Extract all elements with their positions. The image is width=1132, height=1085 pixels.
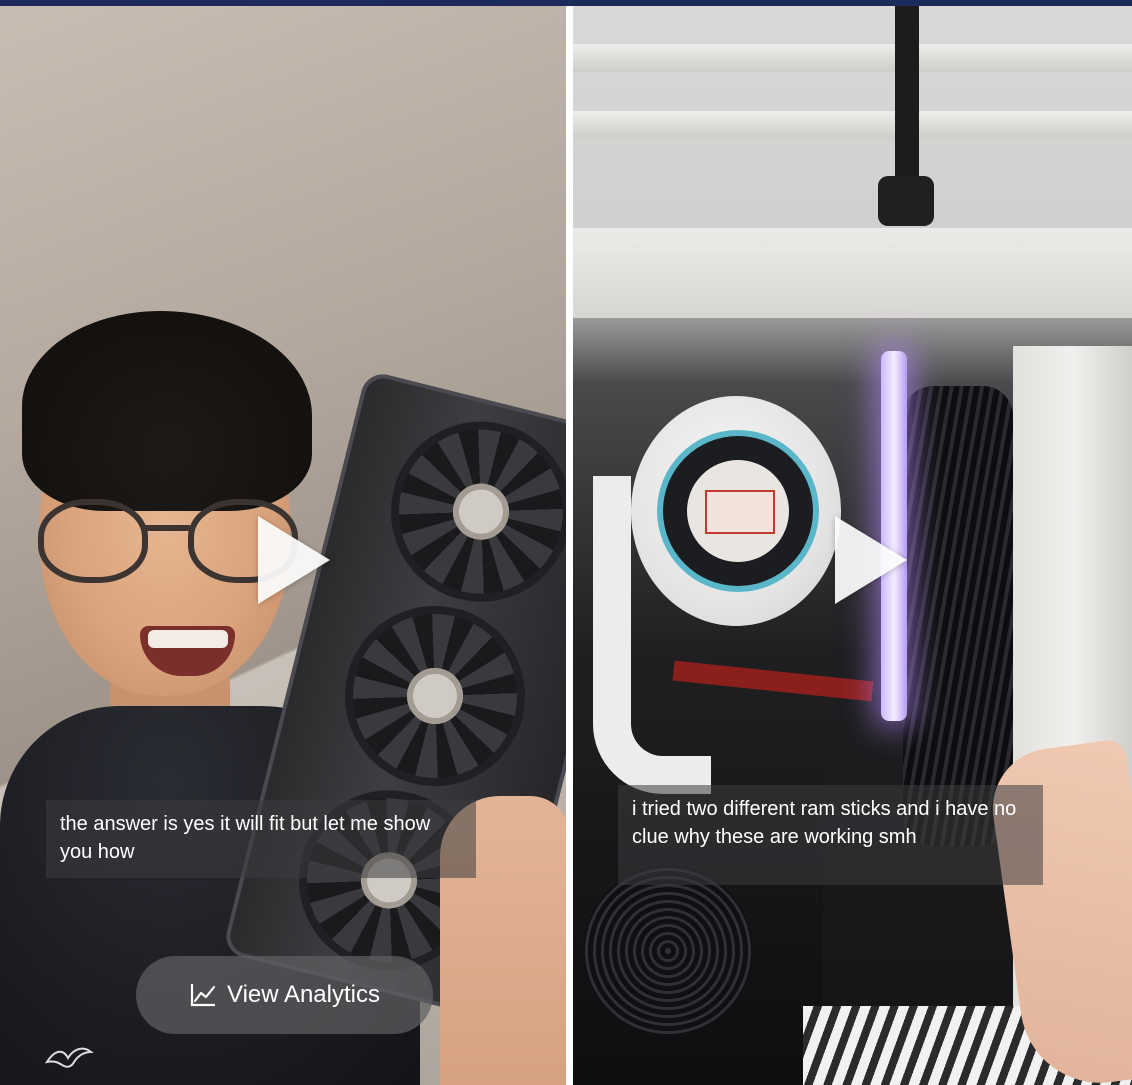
video-thumbnail-left[interactable]: the answer is yes it will fit but let me… (0, 6, 566, 1085)
pc-case-top (573, 228, 1132, 318)
play-icon[interactable] (835, 516, 907, 604)
seagull-logo-icon (44, 1047, 94, 1068)
psu-fan (583, 866, 753, 1036)
gpu-fan-top (371, 402, 566, 621)
glasses-bridge (142, 525, 190, 531)
play-icon[interactable] (258, 516, 330, 604)
view-analytics-label: View Analytics (227, 981, 380, 1008)
cooler-ring (663, 436, 813, 586)
shelf-bottom (573, 111, 1132, 139)
video-thumbnail-right[interactable]: i tried two different ram sticks and i h… (573, 6, 1132, 1085)
aio-cooler-pump (631, 396, 841, 626)
shelf-top (573, 44, 1132, 72)
view-analytics-button[interactable]: View Analytics (136, 956, 433, 1034)
analytics-chart-icon (190, 984, 216, 1007)
person-teeth (148, 630, 228, 648)
camera-pole-base (878, 176, 934, 226)
cooler-warning-sticker (705, 490, 775, 534)
glasses-lens-left (38, 499, 148, 583)
cooler-label (687, 460, 789, 562)
sleeved-cables (903, 386, 1013, 846)
gpu-fan-hub (401, 662, 469, 730)
video-caption-right: i tried two different ram sticks and i h… (618, 785, 1043, 885)
gpu-fan-middle (325, 586, 545, 806)
video-caption-left: the answer is yes it will fit but let me… (46, 800, 476, 878)
gpu-fan-hub (447, 477, 515, 546)
